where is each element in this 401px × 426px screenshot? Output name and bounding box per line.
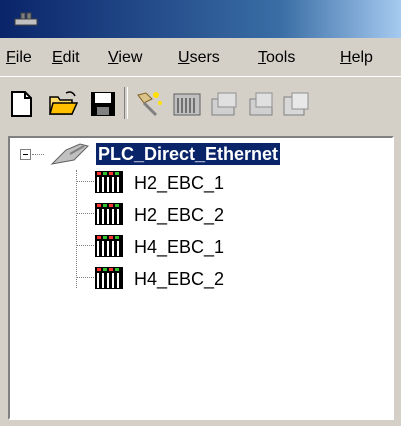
menu-help[interactable]: Help <box>340 48 373 68</box>
tree-connector <box>76 277 94 278</box>
toolbar <box>0 76 401 129</box>
tree-connector <box>32 154 44 155</box>
plc-rack-icon <box>95 235 123 257</box>
title-bar[interactable] <box>0 0 401 38</box>
plc-rack-icon <box>95 203 123 225</box>
wand-icon[interactable] <box>134 89 164 119</box>
tree-root-label[interactable]: PLC_Direct_Ethernet <box>96 143 281 165</box>
toolbar-separator <box>124 87 128 119</box>
tree-connector <box>76 245 94 246</box>
menu-view[interactable]: View <box>108 48 142 68</box>
open-folder-icon[interactable] <box>48 89 78 119</box>
menu-bar: File Edit View Users Tools Help <box>0 38 401 76</box>
tree-item-h2-ebc-1[interactable]: H2_EBC_1 <box>134 172 224 194</box>
plc-rack-icon <box>95 171 123 193</box>
menu-file[interactable]: File <box>6 48 32 68</box>
properties-icon[interactable] <box>246 89 276 119</box>
tree-item-h4-ebc-2[interactable]: H4_EBC_2 <box>134 268 224 290</box>
tree-view[interactable]: PLC_Direct_Ethernet H2_EBC_1 H2_EBC_2 H4… <box>8 136 394 420</box>
properties-icon[interactable] <box>210 89 240 119</box>
network-cable-icon <box>50 143 89 165</box>
tree-item-h4-ebc-1[interactable]: H4_EBC_1 <box>134 236 224 258</box>
menu-users[interactable]: Users <box>178 48 220 68</box>
plc-rack-icon <box>95 267 123 289</box>
tree-item-h2-ebc-2[interactable]: H2_EBC_2 <box>134 204 224 226</box>
config-icon[interactable] <box>282 89 312 119</box>
new-icon[interactable] <box>6 89 36 119</box>
tree-connector <box>76 170 77 288</box>
save-icon[interactable] <box>88 89 118 119</box>
app-icon <box>14 12 38 26</box>
collapse-toggle[interactable] <box>20 149 31 160</box>
tree-connector <box>76 213 94 214</box>
menu-tools[interactable]: Tools <box>258 48 295 68</box>
plc-icon[interactable] <box>172 89 202 119</box>
tree-connector <box>76 181 94 182</box>
menu-edit[interactable]: Edit <box>52 48 80 68</box>
